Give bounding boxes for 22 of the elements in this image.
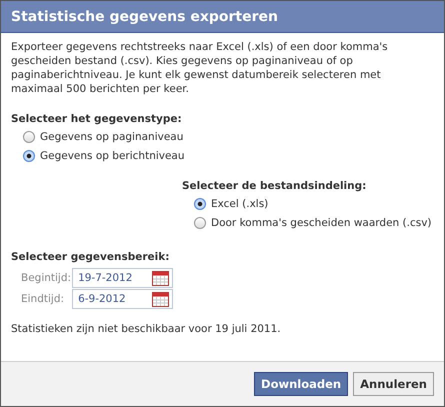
radio-button[interactable] (23, 130, 35, 142)
availability-note: Statistieken zijn niet beschikbaar voor 19 juli 2011. (11, 323, 282, 335)
radio-button[interactable] (194, 216, 206, 228)
radio-button[interactable] (23, 150, 35, 162)
calendar-icon[interactable] (152, 292, 170, 306)
date-field[interactable]: 19-7-2012 (72, 268, 174, 288)
intro-text: Exporteer gegevens rechtstreeks naar Excel (.xls) of een door komma's gescheiden bestand (.csv). Kies gegevens op paginaniveau of op paginaberichtniveau. Je kunt elk gewenst datumbereik selecteren met maximaal 500 berichten per keer. (11, 40, 389, 96)
radio-label[interactable]: Gegevens op paginaniveau (40, 130, 184, 142)
section-heading: Selecteer gegevensbereik: (11, 250, 170, 265)
cancel-button[interactable]: Annuleren (353, 372, 434, 396)
field-label: Begintijd: (21, 272, 72, 284)
radio-label[interactable]: Excel (.xls) (211, 198, 268, 210)
radio-label[interactable]: Gegevens op berichtniveau (40, 150, 185, 162)
calendar-icon[interactable] (152, 270, 170, 286)
date-field[interactable]: 6-9-2012 (72, 289, 174, 309)
section-heading: Selecteer de bestandsindeling: (182, 179, 368, 194)
download-button[interactable]: Downloaden (254, 372, 348, 396)
section-heading: Selecteer het gegevenstype: (11, 112, 183, 127)
radio-label[interactable]: Door komma's gescheiden waarden (.csv) (211, 216, 432, 228)
window-title: Statistische gegevens exporteren (11, 8, 278, 24)
radio-button[interactable] (194, 198, 206, 210)
field-label: Eindtijd: (21, 293, 66, 305)
